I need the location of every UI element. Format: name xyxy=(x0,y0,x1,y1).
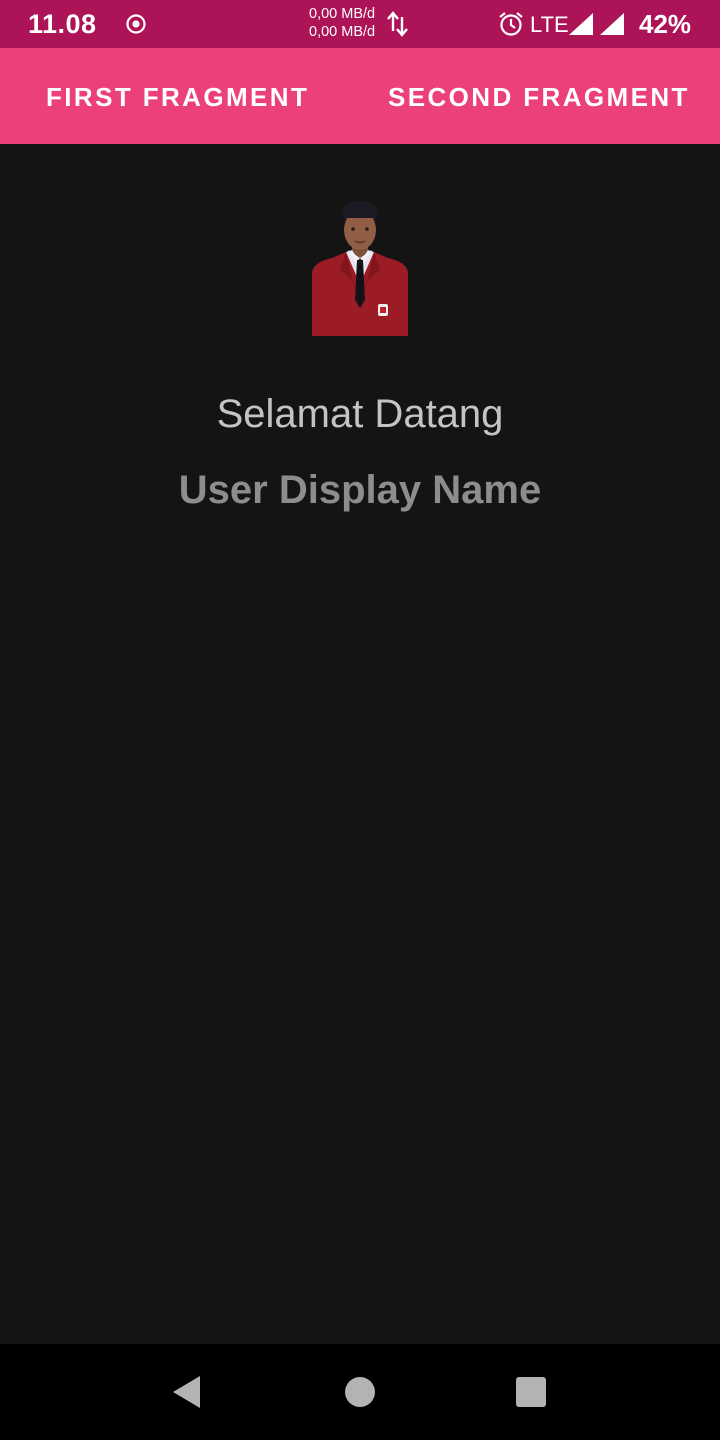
network-speed: 0,00 MB/d 0,00 MB/d xyxy=(309,5,375,41)
welcome-text: Selamat Datang xyxy=(216,392,504,436)
data-transfer-icon xyxy=(386,9,410,39)
upload-speed: 0,00 MB/d xyxy=(309,6,376,22)
recents-icon[interactable] xyxy=(515,1376,547,1408)
back-icon[interactable] xyxy=(170,1374,206,1410)
tab-second-fragment[interactable]: SECOND FRAGMENT xyxy=(388,48,690,144)
tab-first-fragment[interactable]: FIRST FRAGMENT xyxy=(46,48,309,144)
tab-bar: FIRST FRAGMENT SECOND FRAGMENT xyxy=(0,48,720,144)
signal-icon xyxy=(569,13,593,35)
home-icon[interactable] xyxy=(344,1376,376,1408)
record-icon xyxy=(124,12,148,36)
navigation-bar xyxy=(0,1344,720,1440)
user-photo xyxy=(312,200,408,336)
user-display-name: User Display Name xyxy=(178,468,542,512)
status-time: 11.08 xyxy=(28,9,97,39)
battery-level: 42% xyxy=(639,9,692,39)
signal-icon xyxy=(600,13,624,35)
network-type: LTE xyxy=(530,12,569,37)
alarm-icon xyxy=(497,10,525,38)
download-speed: 0,00 MB/d xyxy=(309,24,376,40)
status-bar: 11.08 0,00 MB/d 0,00 MB/d LTE 42% xyxy=(0,0,720,48)
main-content: Selamat Datang User Display Name xyxy=(0,144,720,1344)
